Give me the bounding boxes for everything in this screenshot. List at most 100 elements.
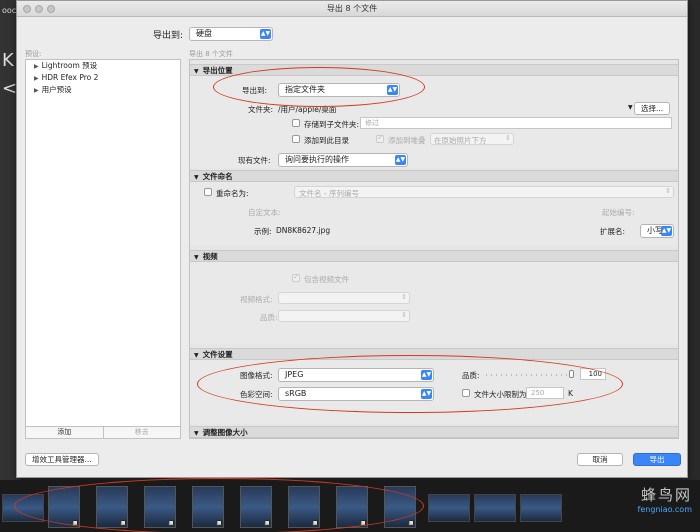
filmstrip-thumbnail[interactable]: □ (384, 486, 416, 528)
stack-position-value: 在原始照片下方 (434, 136, 487, 145)
rename-checkbox[interactable] (204, 188, 212, 196)
export-to-label: 导出到: (242, 86, 268, 95)
resize-title: 调整图像大小 (202, 428, 248, 437)
filmstrip-thumbnail[interactable] (2, 494, 44, 522)
add-stack-label: 添加到堆叠 (388, 136, 426, 145)
include-video-checkbox[interactable] (292, 272, 300, 282)
settings-panel: ▼ 导出位置 导出到: 指定文件夹 ▲▼ 文件夹: /用户/apple/桌面 ▼ … (189, 59, 679, 439)
stack-position-select[interactable]: 在原始照片下方 (430, 133, 514, 145)
extension-label: 扩展名: (600, 227, 626, 236)
zoom-window-button[interactable] (47, 5, 55, 13)
minimize-window-button[interactable] (35, 5, 43, 13)
disclosure-triangle-icon[interactable]: ▶ (34, 63, 39, 70)
export-location-header[interactable]: ▼ 导出位置 (190, 64, 678, 76)
video-section: ▼视频 包含视频文件 视频格式: 品质: (190, 250, 678, 344)
disclosure-triangle-icon[interactable]: ▶ (34, 87, 39, 94)
extension-select[interactable]: 小写 ▲▼ (640, 224, 674, 238)
filmstrip-thumbnail[interactable]: □ (336, 486, 368, 528)
folder-dropdown-icon[interactable]: ▼ (628, 104, 633, 111)
close-window-button[interactable] (23, 5, 31, 13)
rename-label: 重命名为: (216, 189, 249, 198)
filmstrip-thumbnail[interactable]: □ (96, 486, 128, 528)
filmstrip-thumbnail[interactable]: □ (144, 486, 176, 528)
add-stack-checkbox[interactable] (376, 133, 384, 143)
chevron-updown-icon: ▲▼ (387, 85, 398, 95)
file-count-label: 导出 8 个文件 (189, 50, 233, 58)
add-catalog-label: 添加到此目录 (304, 136, 349, 145)
quality-slider-track[interactable] (486, 374, 572, 376)
background-glyph: < (2, 78, 18, 99)
chevron-updown-icon: ▲▼ (260, 29, 272, 39)
preset-item[interactable]: ▶ Lightroom 预设 (26, 60, 180, 72)
disclosure-triangle-icon: ▼ (194, 430, 199, 437)
edited-badge-icon: □ (312, 520, 318, 526)
file-naming-header[interactable]: ▼ 文件命名 (190, 170, 678, 182)
filmstrip-thumbnail[interactable]: □ (240, 486, 272, 528)
watermark-url: fengniao.com (637, 505, 692, 514)
subfolder-input[interactable]: 修过 (360, 117, 672, 129)
disclosure-triangle-icon: ▼ (194, 254, 199, 261)
title-bar: 导出 8 个文件 (17, 1, 687, 17)
file-settings-header[interactable]: ▼ 文件设置 (190, 348, 678, 360)
existing-files-label: 现有文件: (238, 156, 271, 165)
color-space-label: 色彩空间: (240, 390, 273, 399)
preset-item[interactable]: ▶ HDR Efex Pro 2 (26, 72, 180, 84)
video-format-label: 视频格式: (240, 295, 273, 304)
chevron-updown-icon: ▲▼ (395, 155, 406, 165)
destination-select[interactable]: 硬盘 ▲▼ (189, 27, 274, 41)
file-size-limit-input[interactable]: 250 (526, 387, 564, 399)
destination-row: 导出到: 硬盘 ▲▼ (153, 27, 274, 41)
filmstrip-thumbnail[interactable]: □ (288, 486, 320, 528)
file-size-limit-checkbox[interactable] (462, 389, 470, 397)
resize-header[interactable]: ▼ 调整图像大小 (190, 426, 678, 438)
preset-item-label: 用户预设 (41, 85, 72, 94)
file-naming-title: 文件命名 (202, 172, 233, 181)
folder-path: /用户/apple/桌面 (278, 105, 337, 114)
rename-value: 文件名 - 序列编号 (299, 189, 359, 198)
remove-preset-button[interactable]: 移去 (102, 427, 181, 438)
color-space-select[interactable]: sRGB ▲▼ (278, 387, 434, 401)
existing-files-select[interactable]: 询问要执行的操作 ▲▼ (278, 153, 408, 167)
quality-slider-knob[interactable] (569, 370, 574, 378)
filmstrip-thumbnail[interactable] (428, 494, 470, 522)
edited-badge-icon: □ (264, 520, 270, 526)
export-to-select[interactable]: 指定文件夹 ▲▼ (278, 83, 400, 97)
filmstrip: □ □ □ □ □ □ □ □ (0, 478, 700, 532)
start-number-label: 起始编号: (602, 208, 635, 217)
custom-text-label: 自定文本: (248, 208, 281, 217)
video-title: 视频 (202, 252, 218, 261)
disclosure-triangle-icon: ▼ (194, 352, 199, 359)
edited-badge-icon: □ (120, 520, 126, 526)
subfolder-checkbox[interactable] (292, 119, 300, 127)
disclosure-triangle-icon: ▼ (194, 174, 199, 181)
choose-folder-button[interactable]: 选择... (634, 102, 671, 115)
quality-input[interactable]: 100 (580, 368, 606, 380)
edited-badge-icon: □ (72, 520, 78, 526)
export-button[interactable]: 导出 (633, 453, 681, 466)
filmstrip-thumbnail[interactable] (474, 494, 516, 522)
preset-item-label: Lightroom 预设 (41, 61, 98, 70)
video-quality-select[interactable] (278, 310, 410, 322)
add-catalog-checkbox[interactable] (292, 135, 300, 143)
watermark-logo-text: 蜂鸟网 (640, 486, 692, 504)
background-glyph: K (2, 50, 14, 71)
disclosure-triangle-icon[interactable]: ▶ (34, 75, 39, 82)
preset-item[interactable]: ▶ 用户预设 (26, 84, 180, 96)
plugin-manager-button[interactable]: 增效工具管理器... (25, 453, 99, 466)
disclosure-triangle-icon: ▼ (194, 68, 199, 75)
video-format-select[interactable] (278, 292, 410, 304)
video-header[interactable]: ▼ 视频 (190, 250, 678, 262)
chevron-updown-icon: ▲▼ (421, 370, 432, 380)
edited-badge-icon: □ (216, 520, 222, 526)
filmstrip-thumbnail[interactable]: □ (48, 486, 80, 528)
cancel-button[interactable]: 取消 (577, 453, 623, 466)
add-preset-button[interactable]: 添加 (26, 427, 103, 438)
filmstrip-thumbnail[interactable] (520, 494, 562, 522)
folder-label: 文件夹: (248, 105, 274, 114)
window-title: 导出 8 个文件 (326, 4, 378, 13)
presets-list: ▶ Lightroom 预设 ▶ HDR Efex Pro 2 ▶ 用户预设 (25, 59, 181, 427)
rename-select[interactable]: 文件名 - 序列编号 (294, 186, 674, 198)
image-format-select[interactable]: JPEG ▲▼ (278, 368, 434, 382)
watermark: 蜂鸟网 fengniao.com (638, 484, 692, 514)
filmstrip-thumbnail[interactable]: □ (192, 486, 224, 528)
